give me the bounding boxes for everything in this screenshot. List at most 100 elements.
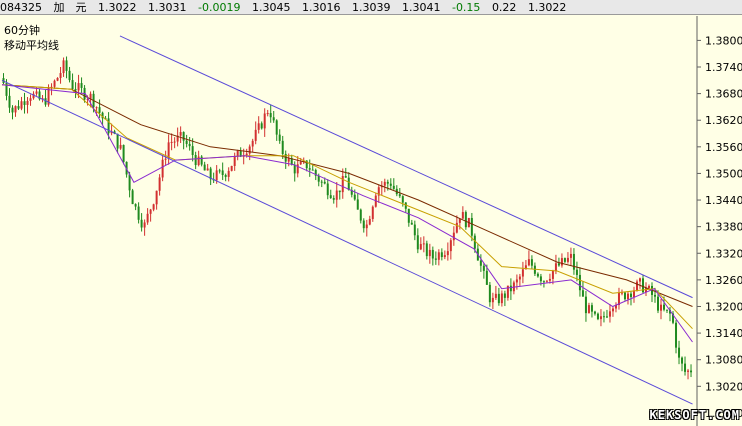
candle-body-136 (410, 222, 413, 225)
candle-body-194 (584, 296, 587, 314)
candle-body-182 (548, 278, 551, 281)
indicator-label: 移动平均线 (4, 39, 59, 52)
candle-body-111 (335, 190, 338, 200)
candle-body-9 (29, 98, 32, 101)
candle-body-75 (227, 170, 230, 177)
candle-body-84 (254, 129, 257, 141)
candle-body-71 (215, 170, 218, 181)
candle-body-54 (164, 158, 167, 160)
candle-body-81 (245, 153, 248, 156)
candle-body-208 (626, 293, 629, 300)
candle-body-31 (95, 107, 98, 109)
candle-body-211 (635, 281, 638, 291)
candle-body-91 (275, 120, 278, 135)
y-tick-label-1: 1.3740 (705, 61, 742, 74)
candle-body-154 (464, 212, 467, 228)
y-tick-label-6: 1.3440 (705, 194, 742, 207)
y-tick-label-13: 1.3020 (705, 380, 742, 393)
candle-body-171 (515, 279, 518, 283)
plot-area (0, 16, 697, 426)
candle-body-193 (581, 290, 584, 297)
candle-body-212 (638, 278, 641, 282)
candle-body-117 (353, 194, 356, 200)
candle-body-156 (470, 217, 473, 236)
candle-body-119 (359, 209, 362, 221)
candle-body-44 (134, 204, 137, 207)
candle-body-185 (557, 263, 560, 266)
candle-body-188 (566, 257, 569, 262)
y-tick-label-4: 1.3560 (705, 141, 742, 154)
candle-body-120 (362, 220, 365, 229)
candle-body-106 (320, 181, 323, 183)
candle-body-3 (11, 107, 14, 113)
candle-body-20 (62, 60, 65, 74)
candle-body-229 (690, 370, 693, 373)
candle-body-60 (182, 132, 185, 141)
candle-body-72 (218, 170, 221, 172)
candle-body-68 (206, 168, 209, 171)
candle-body-83 (251, 140, 254, 147)
candle-body-181 (545, 280, 548, 282)
candle-body-26 (80, 83, 83, 88)
candle-body-23 (71, 80, 74, 89)
candle-body-150 (452, 232, 455, 241)
candle-body-88 (266, 113, 269, 115)
chart-window: 084325 加 元 1.3022 1.3031 -0.0019 1.3045 … (0, 0, 742, 426)
y-tick-label-2: 1.3680 (705, 88, 742, 101)
candle-body-175 (527, 259, 530, 266)
candle-body-203 (611, 308, 614, 312)
candle-body-57 (173, 141, 176, 143)
candle-body-147 (443, 255, 446, 258)
candle-body-166 (500, 293, 503, 304)
candle-body-99 (299, 161, 302, 165)
candle-154 (464, 210, 467, 230)
y-tick-label-11: 1.3140 (705, 327, 742, 340)
candle-body-218 (657, 296, 660, 311)
candle-body-17 (53, 80, 56, 87)
watermark: KEKSOFT.COM (649, 408, 740, 422)
candle-body-138 (416, 235, 419, 250)
candle-body-192 (578, 274, 581, 291)
candle-body-102 (308, 168, 311, 170)
candle-body-74 (224, 174, 227, 177)
candle-body-197 (593, 311, 596, 314)
candle-body-146 (440, 252, 443, 258)
candle-body-45 (137, 206, 140, 220)
candle-body-32 (98, 107, 101, 113)
candle-body-66 (200, 156, 203, 165)
candle-body-51 (155, 190, 158, 205)
candle-body-122 (368, 218, 371, 225)
candle-body-2 (8, 95, 11, 108)
candle-body-209 (629, 293, 632, 297)
candle-body-167 (503, 293, 506, 298)
candle-body-5 (17, 106, 20, 109)
candle-body-133 (401, 196, 404, 203)
candle-body-142 (428, 249, 431, 257)
candle-body-196 (590, 305, 593, 312)
candle-body-87 (263, 113, 266, 129)
candle-body-226 (681, 357, 684, 364)
candle-body-201 (605, 316, 608, 318)
candle-body-50 (152, 204, 155, 210)
candle-body-103 (311, 169, 314, 171)
candle-body-61 (185, 140, 188, 144)
candle-body-186 (560, 258, 563, 266)
candle-body-56 (170, 141, 173, 143)
candle-body-202 (608, 311, 611, 317)
period-label: 60分钟 (4, 24, 40, 37)
candle-body-169 (509, 285, 512, 292)
candle-body-89 (269, 113, 272, 118)
candle-body-38 (116, 133, 119, 149)
candle-body-110 (332, 198, 335, 200)
candle-body-189 (569, 253, 572, 258)
candle-body-90 (272, 117, 275, 121)
y-tick-label-9: 1.3260 (705, 274, 742, 287)
candle-body-163 (491, 297, 494, 303)
candle-body-85 (257, 123, 260, 130)
candle-body-143 (431, 249, 434, 259)
candle-body-149 (449, 240, 452, 252)
candle-body-63 (191, 146, 194, 156)
candlestick-chart[interactable]: 1.3800 1.3740 1.3680 1.3620 1.3560 1.3500 1.34… (0, 0, 742, 426)
candle-body-144 (434, 258, 437, 260)
candle-body-6 (20, 101, 23, 109)
